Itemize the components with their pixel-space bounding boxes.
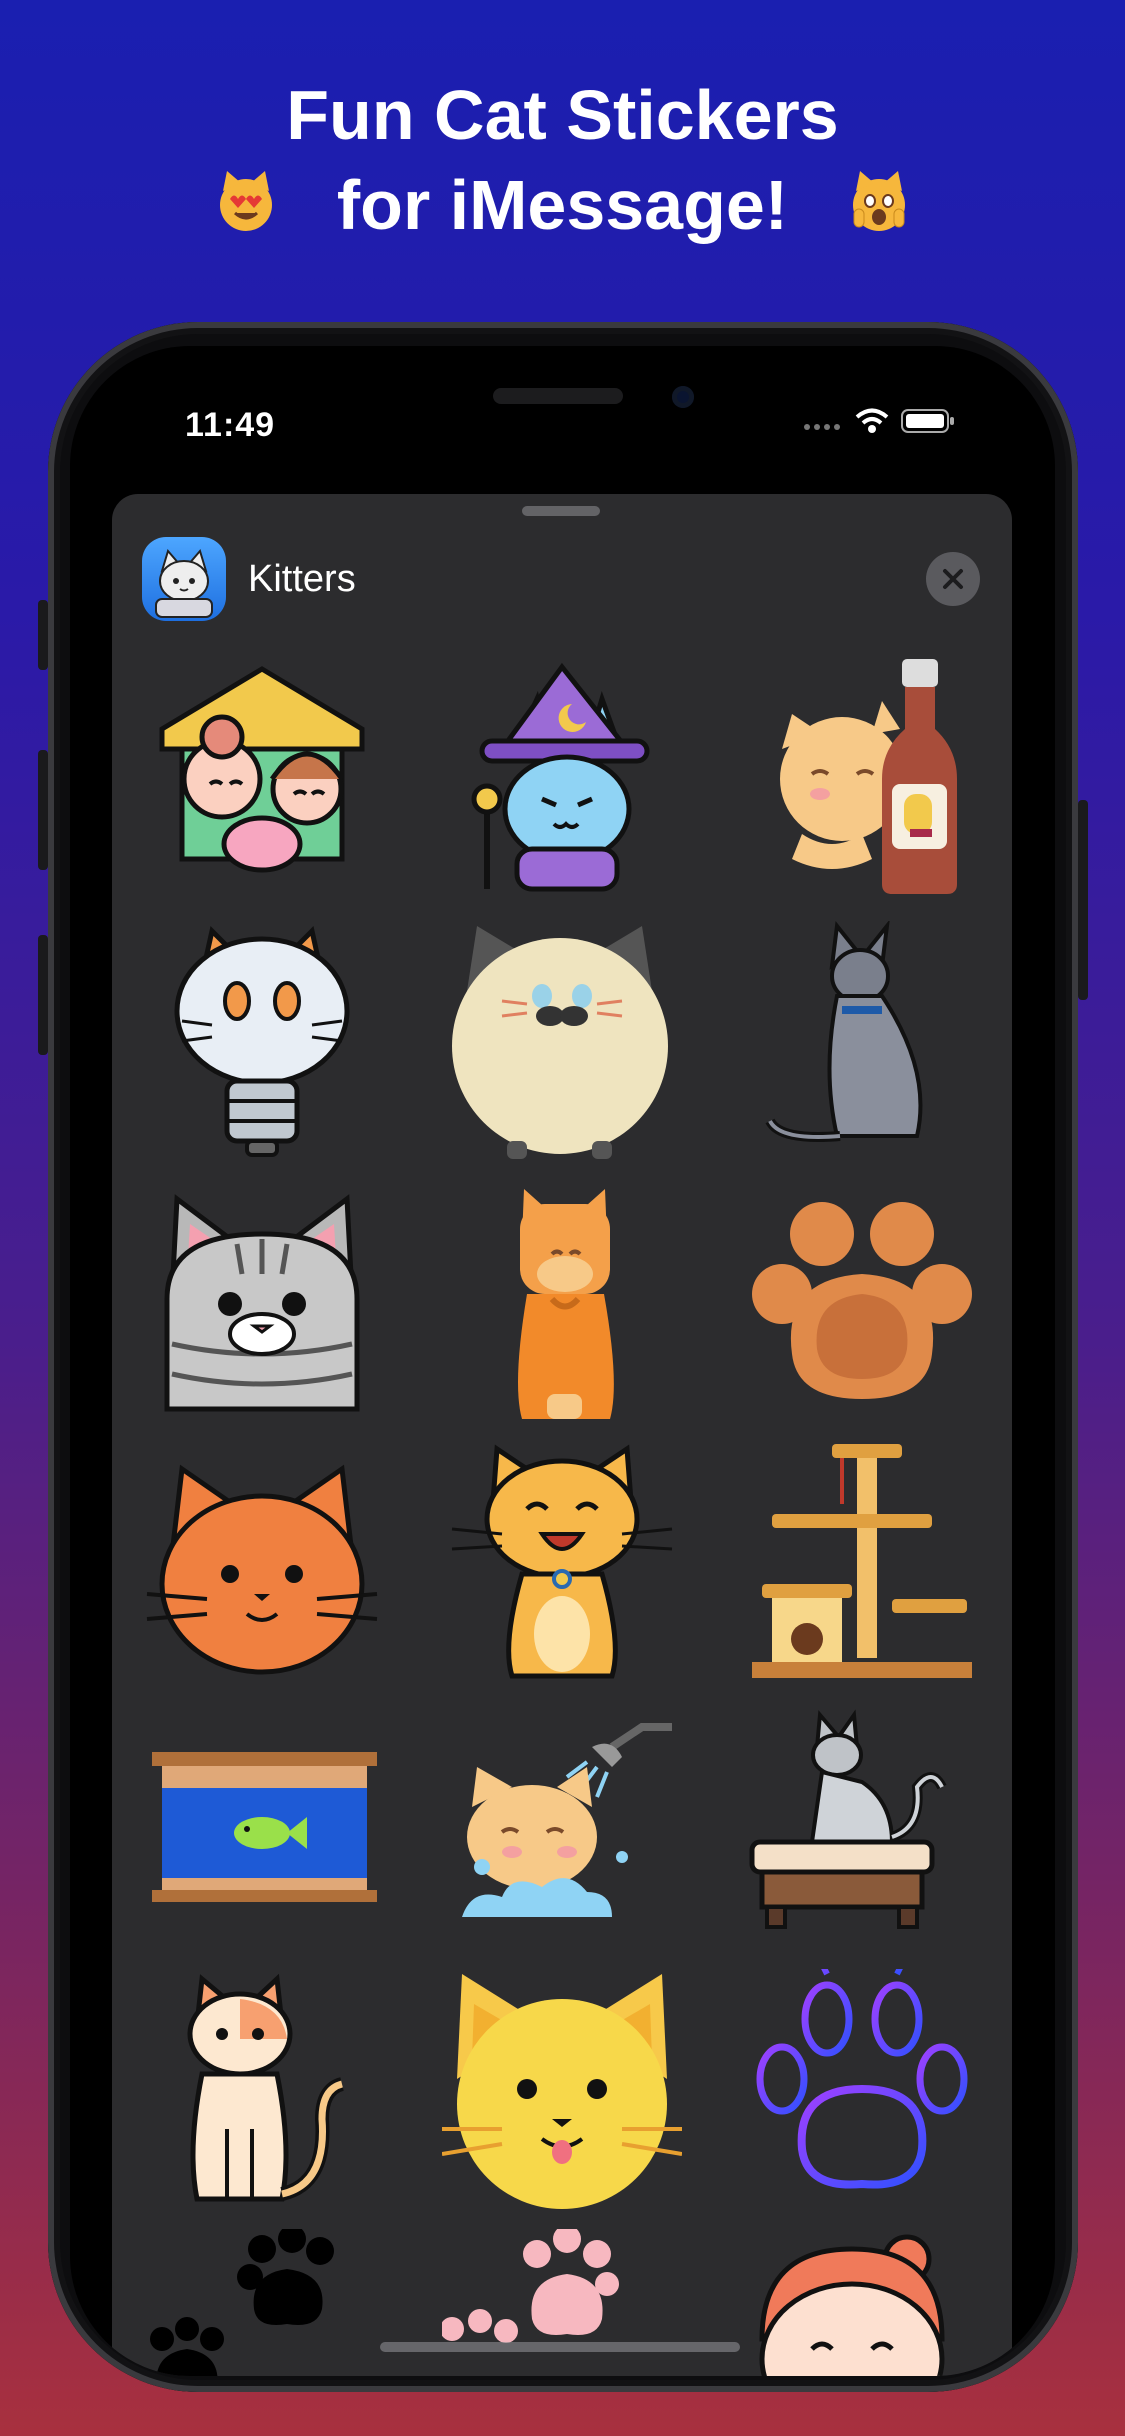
heart-eyes-cat-icon: [219, 171, 272, 231]
sitting-gray-cat-silhouette-sticker[interactable]: [742, 919, 982, 1161]
volume-down-button: [38, 935, 48, 1055]
wifi-icon: [855, 408, 889, 433]
pink-paws-sticker[interactable]: [440, 2225, 682, 2376]
sheet-grabber[interactable]: [522, 506, 600, 516]
home-indicator: [380, 2342, 740, 2352]
volume-up-button: [38, 750, 48, 870]
orange-sitting-cat-sticker[interactable]: [442, 1184, 682, 1424]
cat-logo-icon: [155, 548, 213, 618]
black-paws-sticker[interactable]: [142, 2225, 382, 2376]
status-icons: [803, 408, 955, 434]
front-camera: [672, 386, 694, 408]
app-title: Kitters: [248, 558, 356, 600]
calico-sitting-cat-sticker[interactable]: [142, 1969, 382, 2209]
sticker-sheet: Kitters: [112, 494, 1012, 2376]
power-button: [1078, 800, 1088, 1000]
headline-line-1: Fun Cat Stickers: [286, 76, 839, 154]
family-house-sticker[interactable]: [142, 659, 382, 899]
weary-cat-icon: [853, 171, 906, 231]
girl-with-cat-sticker[interactable]: [742, 2229, 982, 2376]
notch: [315, 346, 815, 456]
cat-with-bottle-sticker[interactable]: [742, 659, 982, 899]
speaker-grille: [493, 388, 623, 404]
side-button-silent: [38, 600, 48, 670]
close-button[interactable]: [926, 552, 980, 606]
status-time: 11:49: [185, 406, 276, 444]
cat-shower-sticker[interactable]: [442, 1707, 682, 1947]
round-fluffy-cat-sticker[interactable]: [442, 921, 682, 1161]
close-icon: [943, 569, 963, 589]
orange-paw-sticker[interactable]: [742, 1184, 982, 1424]
cat-tree-sticker[interactable]: [742, 1444, 982, 1684]
headline: Fun Cat Stickers for iMessage!: [0, 70, 1125, 250]
headline-line-2: for iMessage!: [0, 160, 1125, 250]
yellow-cat-face-sticker[interactable]: [441, 1969, 683, 2209]
wizard-cat-sticker[interactable]: [442, 659, 682, 899]
neon-paw-sticker[interactable]: [742, 1952, 982, 2209]
cat-lightbulb-sticker[interactable]: [142, 921, 382, 1161]
phone-screen: 11:49 Kitters: [70, 346, 1055, 2376]
kitters-app-icon[interactable]: [142, 537, 226, 621]
headline-line-2-text: for iMessage!: [336, 166, 789, 244]
fish-aquarium-sticker[interactable]: [142, 1707, 382, 1947]
cat-on-stool-sticker[interactable]: [742, 1707, 982, 1947]
battery-icon: [901, 409, 954, 433]
happy-yellow-cat-sticker[interactable]: [442, 1444, 682, 1684]
tabby-cat-face-sticker[interactable]: [142, 1184, 382, 1424]
signal-icon: [804, 424, 840, 430]
orange-cat-face-sticker[interactable]: [142, 1444, 382, 1684]
